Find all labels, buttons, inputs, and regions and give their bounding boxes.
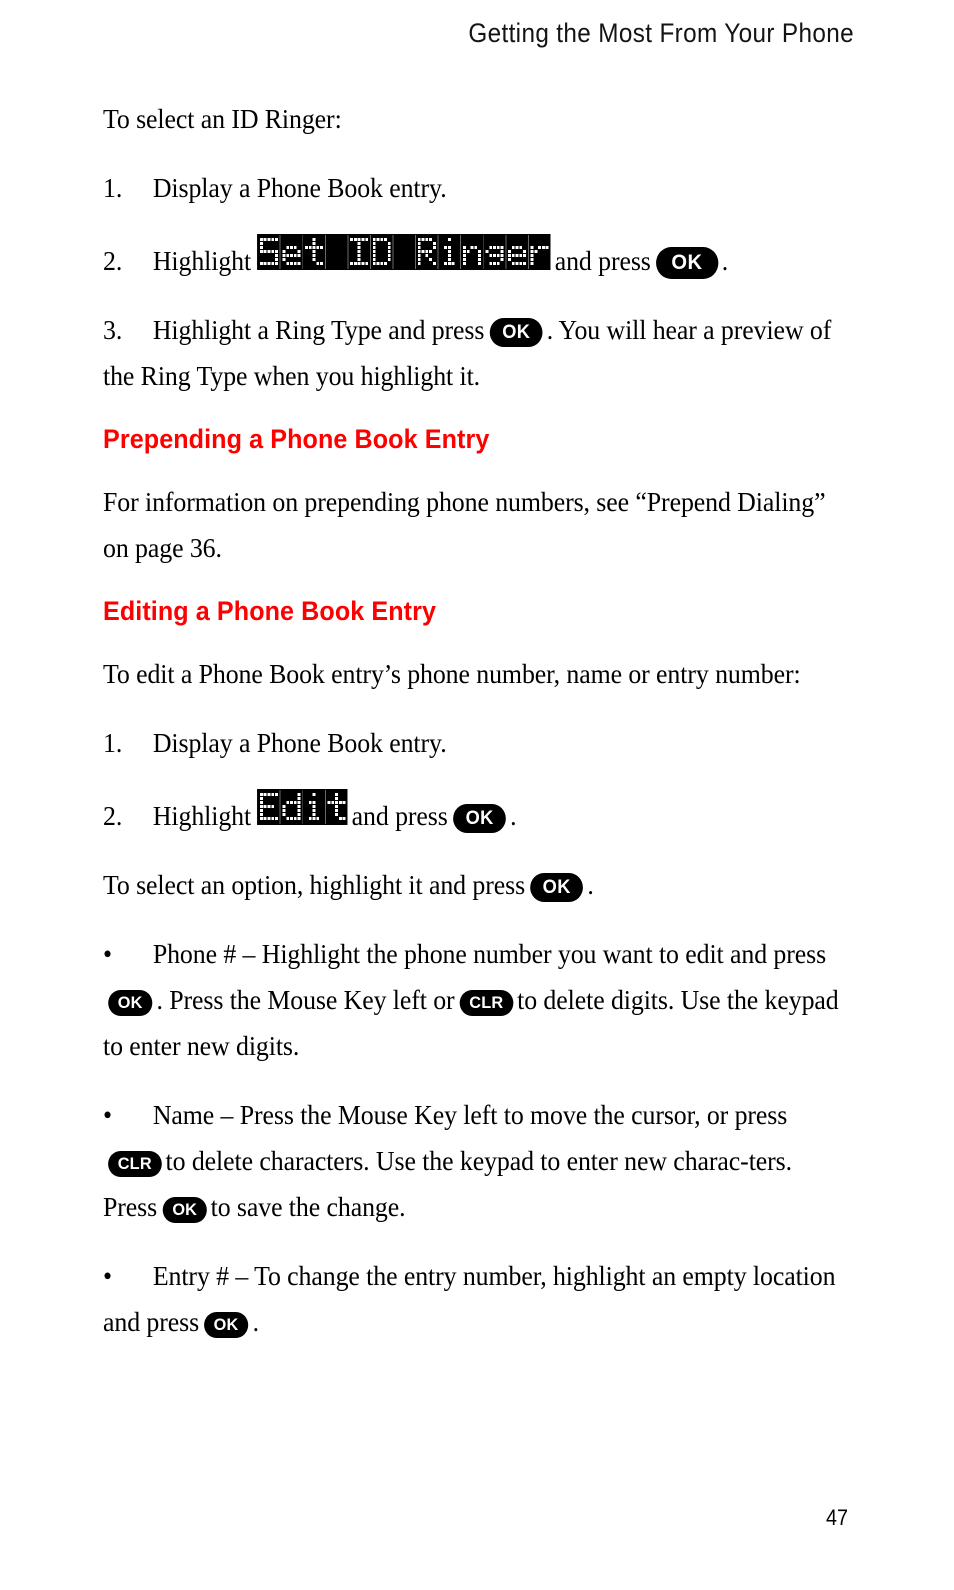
prepending-paragraph: For information on prepending phone numb…	[103, 486, 826, 563]
lcd-edit	[256, 789, 347, 825]
ok-key[interactable]: OK	[655, 247, 718, 280]
step-text-after: .	[721, 245, 729, 276]
ok-key[interactable]: OK	[530, 873, 584, 903]
editing-intro-paragraph: To edit a Phone Book entry’s phone numbe…	[103, 658, 801, 689]
step-text-before: Highlight a Ring Type and press	[152, 314, 485, 345]
page-header-title: Getting the Most From Your Phone	[468, 18, 854, 48]
step-number: 2.	[103, 800, 123, 831]
bullet-text-mid1: . Press the Mouse Key left or	[156, 984, 455, 1015]
page-number: 47	[825, 1505, 848, 1530]
bullet-text-mid2: to save the change.	[210, 1191, 406, 1222]
ok-key[interactable]: OK	[452, 804, 506, 834]
select-option-paragraph: To select an option, highlight it and pr…	[103, 862, 847, 908]
bullet-icon: •	[103, 1099, 112, 1130]
ok-key[interactable]: OK	[489, 318, 543, 348]
intro-line-text: To select an ID Ringer:	[103, 103, 342, 134]
bullet-text-before: Phone # – Highlight the phone number you…	[152, 938, 827, 969]
bullet-name: • Name – Press the Mouse Key left to move…	[103, 1092, 847, 1230]
step-number: 3.	[103, 314, 123, 345]
bullet-text-before: Name – Press the Mouse Key left to move …	[152, 1099, 788, 1130]
step-text: Display a Phone Book entry.	[152, 727, 447, 758]
step-3-select-id-ringer: 3. Highlight a Ring Type and press OK. You…	[103, 307, 847, 399]
heading-prepending-a-phone-book-entry: Prepending a Phone Book Entry	[103, 424, 490, 454]
select-option-text-before: To select an option, highlight it and pr…	[103, 869, 526, 900]
page-content: To select an ID Ringer: 1. Display a Phon…	[103, 96, 848, 1368]
heading-editing-a-phone-book-entry: Editing a Phone Book Entry	[103, 596, 437, 626]
step-text-middle: and press	[554, 245, 651, 276]
step-text-before: Highlight	[152, 800, 252, 831]
ok-key[interactable]: OK	[108, 990, 153, 1017]
step-1-edit-entry: 1. Display a Phone Book entry.	[103, 720, 847, 766]
step-2-select-id-ringer: 2. Highlight and press OK.	[103, 234, 847, 284]
ok-key[interactable]: OK	[204, 1312, 249, 1339]
step-number: 1.	[103, 172, 123, 203]
step-text-before: Highlight	[152, 245, 252, 276]
intro-line: To select an ID Ringer:	[103, 96, 847, 142]
bullet-entry-number: • Entry # – To change the entry number, h…	[103, 1253, 847, 1345]
step-text-middle: and press	[351, 800, 448, 831]
step-text-after: .	[510, 800, 517, 831]
lcd-set-id-ringer	[256, 234, 550, 270]
bullet-phone-number: • Phone # – Highlight the phone number yo…	[103, 931, 847, 1069]
step-1-select-id-ringer: 1. Display a Phone Book entry.	[103, 165, 847, 211]
clr-key[interactable]: CLR	[108, 1151, 162, 1178]
select-option-text-after: .	[587, 869, 594, 900]
bullet-icon: •	[103, 938, 112, 969]
step-2-edit-entry: 2. Highlight and press OK.	[103, 789, 847, 839]
clr-key[interactable]: CLR	[459, 990, 513, 1017]
step-text: Display a Phone Book entry.	[152, 172, 447, 203]
bullet-icon: •	[103, 1260, 112, 1291]
ok-key[interactable]: OK	[162, 1197, 207, 1224]
bullet-text-after: .	[252, 1306, 259, 1337]
step-number: 1.	[103, 727, 123, 758]
step-number: 2.	[103, 245, 123, 276]
